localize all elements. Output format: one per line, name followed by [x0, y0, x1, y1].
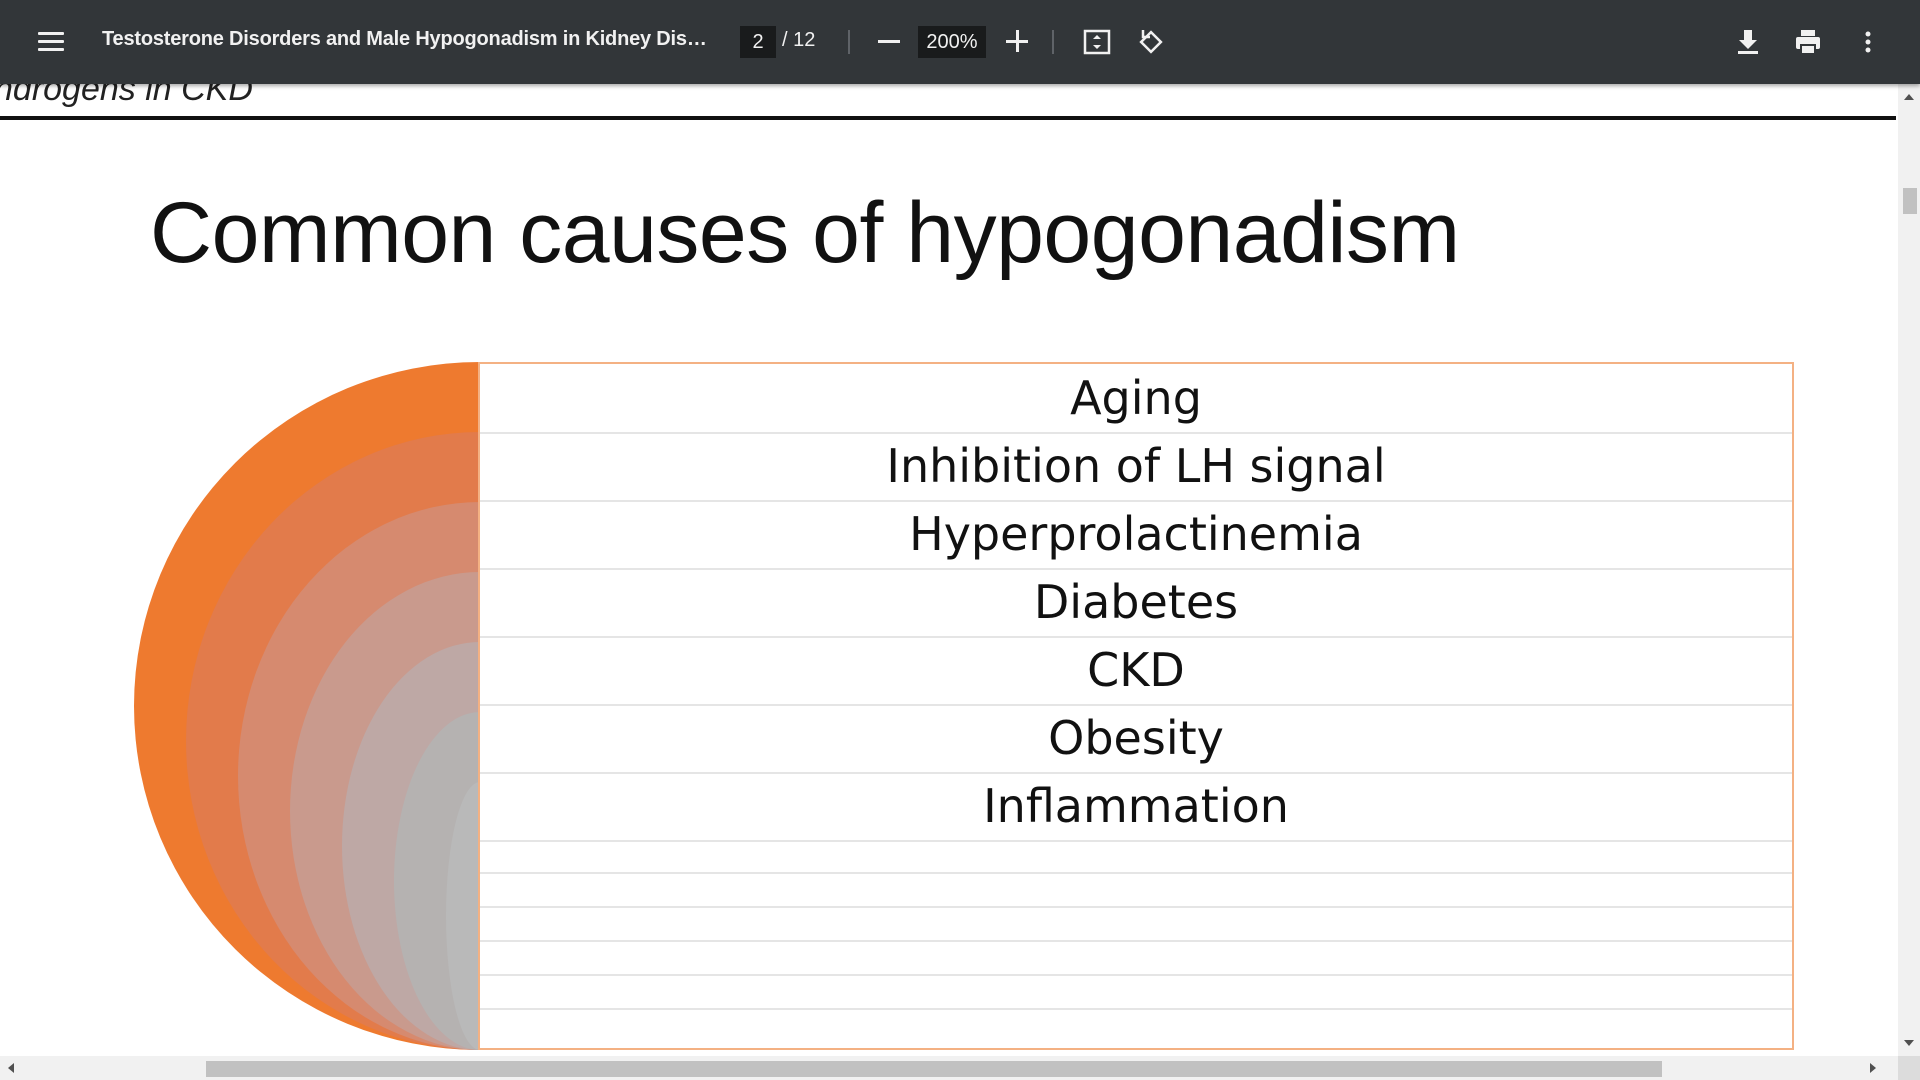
menu-icon[interactable] [34, 24, 68, 58]
zoom-out-icon[interactable] [872, 24, 906, 58]
scrollbar-corner [1898, 1056, 1920, 1080]
cause-item: Inhibition of LH signal [480, 432, 1792, 502]
cause-item: Aging [480, 364, 1792, 434]
empty-row [480, 908, 1792, 942]
zoom-level-input[interactable] [918, 26, 986, 58]
horizontal-scrollbar[interactable] [0, 1056, 1898, 1080]
heading-rule [0, 116, 1896, 120]
empty-row [480, 840, 1792, 874]
page-number-input[interactable] [740, 26, 776, 58]
empty-row [480, 942, 1792, 976]
cause-item: Hyperprolactinemia [480, 500, 1792, 570]
page-total: / 12 [782, 29, 816, 51]
empty-row [480, 976, 1792, 1010]
cause-item: Inflammation [480, 772, 1792, 842]
horizontal-scroll-thumb[interactable] [206, 1061, 1662, 1077]
cause-item: Diabetes [480, 568, 1792, 638]
scroll-down-icon[interactable] [1904, 1040, 1914, 1046]
pdf-page-area: ndrogens in CKD Common causes of hypogon… [0, 84, 1898, 1056]
empty-row [480, 874, 1792, 908]
vertical-scrollbar[interactable] [1898, 84, 1920, 1056]
scroll-right-icon[interactable] [1870, 1063, 1876, 1073]
divider [848, 30, 850, 54]
more-vert-icon[interactable] [1850, 24, 1886, 60]
slide-title: Common causes of hypogonadism [150, 185, 1460, 281]
scroll-left-icon[interactable] [8, 1063, 14, 1073]
vertical-scroll-thumb[interactable] [1903, 188, 1917, 214]
zoom-in-icon[interactable] [1000, 24, 1034, 58]
cause-item: Obesity [480, 704, 1792, 774]
download-icon[interactable] [1730, 24, 1766, 60]
rotate-icon[interactable] [1133, 24, 1169, 60]
fit-page-icon[interactable] [1079, 24, 1115, 60]
previous-page-heading: ndrogens in CKD [0, 84, 253, 108]
pdf-toolbar: Testosterone Disorders and Male Hypogona… [0, 0, 1920, 84]
cause-item: CKD [480, 636, 1792, 706]
decorative-semicircle [134, 362, 480, 1050]
divider [1052, 30, 1054, 54]
document-title: Testosterone Disorders and Male Hypogona… [102, 28, 712, 50]
scroll-up-icon[interactable] [1904, 94, 1914, 100]
print-icon[interactable] [1790, 24, 1826, 60]
causes-table: Aging Inhibition of LH signal Hyperprola… [478, 362, 1794, 1050]
